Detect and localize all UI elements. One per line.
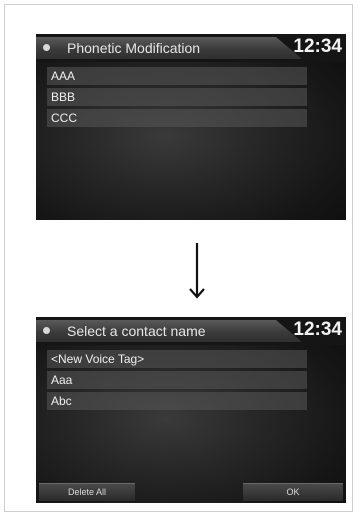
list-item[interactable]: Aaa	[47, 371, 307, 389]
phonetic-modification-screen: Phonetic Modification 12:34 AAA BBB CCC	[36, 34, 346, 220]
list-item[interactable]: Abc	[47, 392, 307, 410]
option-list: AAA BBB CCC	[47, 67, 307, 130]
list-item[interactable]: AAA	[47, 67, 307, 85]
contact-list: <New Voice Tag> Aaa Abc	[47, 350, 307, 413]
menu-dot-icon	[43, 327, 50, 334]
clock: 12:34	[293, 319, 342, 340]
menu-dot-icon	[43, 44, 50, 51]
delete-all-button[interactable]: Delete All	[39, 483, 135, 501]
list-item[interactable]: BBB	[47, 88, 307, 106]
arrow-down-icon	[189, 243, 205, 299]
screen-header: Select a contact name 12:34	[36, 317, 346, 345]
screen-title: Select a contact name	[67, 323, 206, 339]
ok-button[interactable]: OK	[243, 483, 343, 501]
list-item[interactable]: CCC	[47, 109, 307, 127]
screen-title: Phonetic Modification	[67, 40, 201, 56]
select-contact-name-screen: Select a contact name 12:34 <New Voice T…	[36, 317, 346, 503]
figure-frame: Phonetic Modification 12:34 AAA BBB CCC …	[4, 4, 353, 512]
clock: 12:34	[293, 36, 342, 57]
list-item-new-voice-tag[interactable]: <New Voice Tag>	[47, 350, 307, 368]
screen-header: Phonetic Modification 12:34	[36, 34, 346, 62]
